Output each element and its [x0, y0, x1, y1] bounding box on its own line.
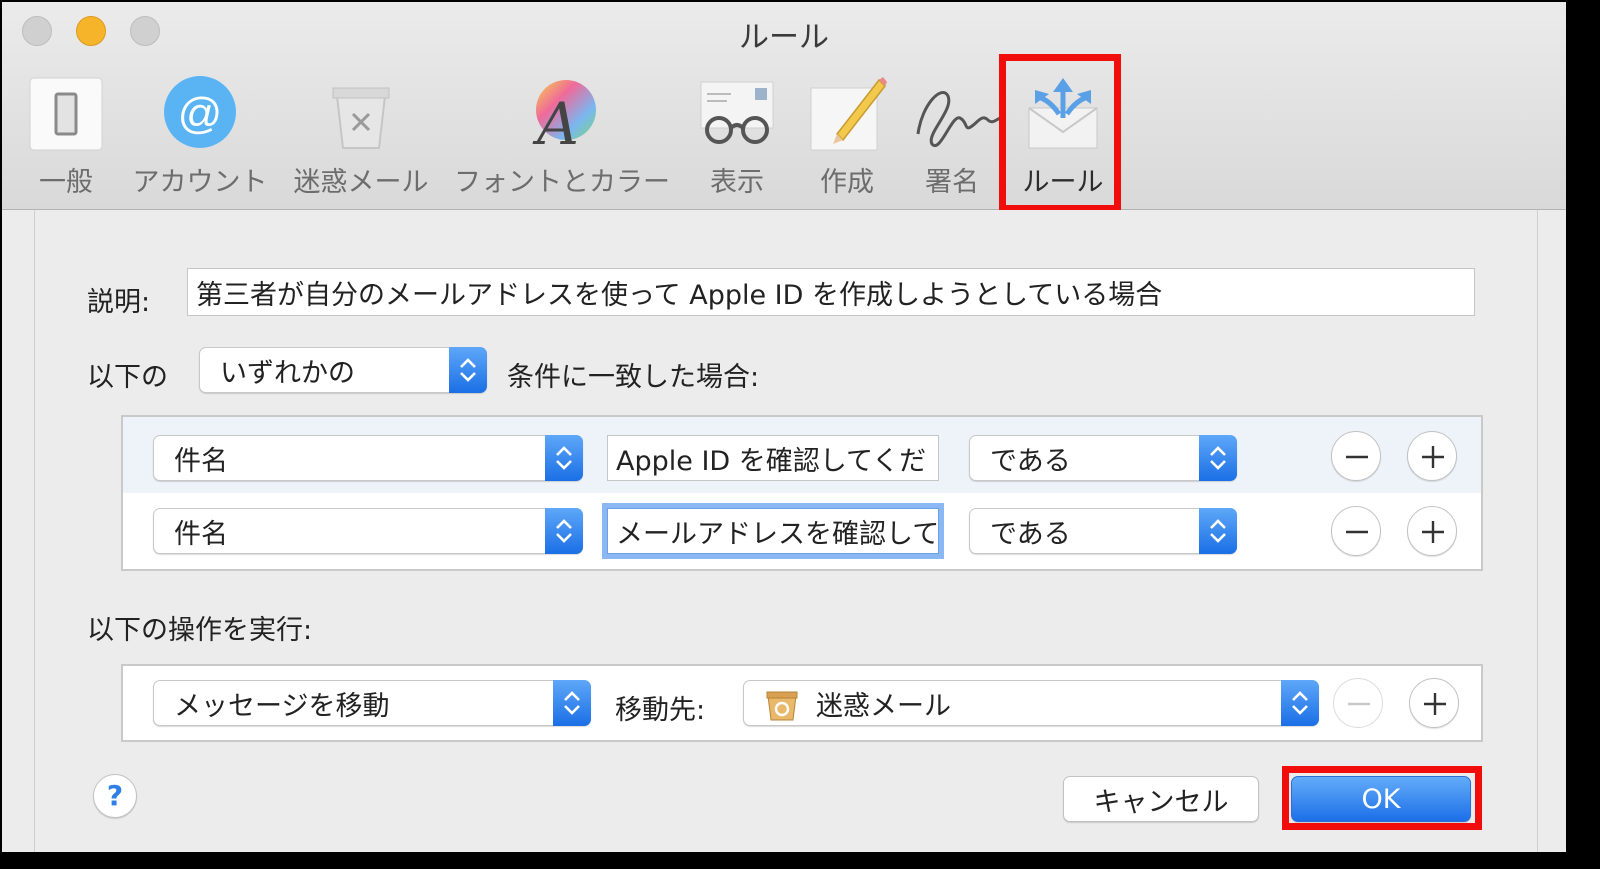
condition-2-field-value: 件名: [174, 518, 228, 550]
actions-list: メッセージを移動 移動先: 迷惑メール: [121, 664, 1483, 742]
minus-icon: [1348, 702, 1370, 706]
condition-1-remove-button[interactable]: [1331, 431, 1381, 481]
window-title: ルール: [739, 20, 829, 55]
tab-fonts-colors[interactable]: A フォントとカラー: [452, 68, 672, 203]
condition-2-add-button[interactable]: [1407, 506, 1457, 556]
tab-viewing[interactable]: 表示: [692, 68, 782, 203]
condition-2-field-popup[interactable]: 件名: [153, 508, 583, 554]
condition-2-remove-button[interactable]: [1331, 506, 1381, 556]
condition-2-operator-value: である: [990, 518, 1071, 550]
signature-icon: [912, 74, 1001, 154]
svg-text:@: @: [178, 89, 223, 138]
pencil-note-icon: [807, 74, 887, 154]
popup-arrows-icon: [1199, 508, 1237, 554]
popup-arrows-icon: [545, 435, 583, 481]
glasses-icon: [697, 74, 777, 154]
plus-icon: [1424, 693, 1446, 715]
description-label: 説明:: [87, 287, 151, 318]
destination-label: 移動先:: [615, 695, 706, 726]
condition-1-field-value: 件名: [174, 445, 228, 477]
tab-composing[interactable]: 作成: [802, 68, 892, 203]
destination-popup[interactable]: 迷惑メール: [743, 680, 1319, 726]
junk-mailbox-icon: [764, 686, 800, 722]
action-type-value: メッセージを移動: [174, 690, 390, 722]
tab-composing-label: 作成: [820, 167, 874, 198]
general-switch-icon: [26, 74, 106, 154]
tab-general-label: 一般: [39, 167, 93, 198]
condition-1-operator-popup[interactable]: である: [969, 435, 1237, 481]
tab-fonts-colors-label: フォントとカラー: [454, 167, 670, 198]
popup-arrows-icon: [449, 347, 487, 393]
actions-label: 以下の操作を実行:: [87, 615, 313, 646]
match-suffix-label: 条件に一致した場合:: [507, 362, 760, 393]
minus-icon: [1346, 455, 1368, 459]
at-icon: @: [160, 74, 240, 154]
svg-text:A: A: [532, 90, 579, 154]
popup-arrows-icon: [1281, 680, 1319, 726]
action-remove-button[interactable]: [1333, 678, 1383, 728]
description-field[interactable]: 第三者が自分のメールアドレスを使って Apple ID を作成しようとしている場…: [187, 268, 1475, 316]
condition-2-value-field[interactable]: メールアドレスを確認して: [607, 508, 939, 554]
rule-editor-panel: 説明: 第三者が自分のメールアドレスを使って Apple ID を作成しようとし…: [34, 210, 1538, 852]
destination-value: 迷惑メール: [816, 690, 951, 722]
tab-accounts[interactable]: @ アカウント: [132, 68, 268, 203]
junk-bin-icon: [321, 74, 401, 154]
action-type-popup[interactable]: メッセージを移動: [153, 680, 591, 726]
match-prefix-label: 以下の: [87, 362, 168, 393]
tab-junk-mail-label: 迷惑メール: [293, 167, 429, 198]
font-color-icon: A: [522, 74, 602, 158]
cancel-button[interactable]: キャンセル: [1063, 776, 1259, 822]
action-add-button[interactable]: [1409, 678, 1459, 728]
tab-general[interactable]: 一般: [24, 68, 108, 203]
popup-arrows-icon: [1199, 435, 1237, 481]
match-mode-popup[interactable]: いずれかの: [199, 347, 487, 393]
rules-tab-highlight: [999, 54, 1121, 212]
tab-signatures[interactable]: 署名: [902, 68, 1002, 203]
plus-icon: [1422, 446, 1444, 468]
condition-1-value-field[interactable]: Apple ID を確認してくだ: [607, 435, 939, 481]
minus-icon: [1346, 530, 1368, 534]
ok-button-highlight: [1282, 766, 1482, 830]
preferences-toolbar: ルール 一般 @ アカウント 迷惑メール A フォントとカラー 表示 作成 署名…: [2, 2, 1566, 210]
tab-viewing-label: 表示: [710, 167, 764, 198]
popup-arrows-icon: [553, 680, 591, 726]
tab-junk-mail[interactable]: 迷惑メール: [292, 68, 430, 203]
condition-1-operator-value: である: [990, 445, 1071, 477]
plus-icon: [1422, 521, 1444, 543]
condition-2-operator-popup[interactable]: である: [969, 508, 1237, 554]
conditions-list: 件名 Apple ID を確認してくだ である 件名 メールアドレスを確認して …: [121, 415, 1483, 571]
popup-arrows-icon: [545, 508, 583, 554]
match-mode-value: いずれかの: [220, 357, 355, 389]
help-button[interactable]: ?: [93, 774, 137, 818]
rules-window: ルール 一般 @ アカウント 迷惑メール A フォントとカラー 表示 作成 署名…: [2, 2, 1566, 852]
condition-1-add-button[interactable]: [1407, 431, 1457, 481]
tab-signatures-label: 署名: [925, 167, 979, 198]
tab-accounts-label: アカウント: [132, 167, 268, 198]
condition-1-field-popup[interactable]: 件名: [153, 435, 583, 481]
